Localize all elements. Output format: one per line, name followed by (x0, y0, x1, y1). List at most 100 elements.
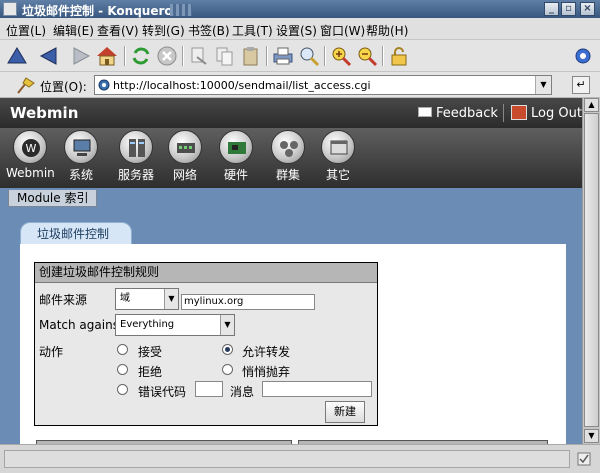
menu-view[interactable]: 查看(V) (97, 22, 139, 39)
message-label: 消息 (230, 385, 255, 399)
maximize-button[interactable]: ▫ (561, 2, 576, 16)
category-servers[interactable]: 服务器 (112, 130, 160, 183)
toolbar-separator (124, 46, 126, 66)
menu-location[interactable]: 位置(L) (6, 22, 46, 39)
menu-bookmarks[interactable]: 书签(B) (188, 22, 230, 39)
location-bar: 位置(O): ▼ ↵ (0, 72, 600, 98)
webmin-header: Webmin Feedback Log Out (0, 98, 582, 128)
window-titlebar[interactable]: 垃圾邮件控制 - Konqueror _ ▫ × (0, 0, 600, 18)
print-icon[interactable] (272, 45, 294, 67)
category-hardware[interactable]: 硬件 (212, 130, 260, 183)
webmin-page: Webmin Feedback Log Out W Webmin 系统 服务器 … (0, 98, 582, 444)
lock-icon[interactable] (388, 45, 410, 67)
paste-icon[interactable] (240, 45, 262, 67)
go-button[interactable]: ↵ (572, 76, 590, 94)
logout-link[interactable]: Log Out (531, 106, 582, 121)
scroll-down-icon[interactable]: ▼ (584, 429, 599, 443)
menu-bar: 位置(L) 编辑(E) 查看(V) 转到(G) 书签(B) 工具(T) 设置(S… (0, 18, 600, 40)
logout-icon[interactable] (511, 105, 527, 120)
url-input[interactable] (113, 77, 533, 93)
zoom-in-icon[interactable] (330, 45, 352, 67)
toolbar-separator (266, 46, 268, 66)
menu-help[interactable]: 帮助(H) (366, 22, 408, 39)
category-others[interactable]: 其它 (314, 130, 362, 183)
page-favicon-icon (98, 79, 110, 91)
url-field[interactable]: ▼ (94, 75, 552, 95)
action-error-label: 错误代码 (138, 385, 187, 399)
close-button[interactable]: × (580, 2, 595, 16)
menu-settings[interactable]: 设置(S) (276, 22, 317, 39)
action-reject-radio[interactable] (117, 364, 128, 375)
server-icon (119, 130, 153, 164)
category-webmin[interactable]: W Webmin (6, 130, 55, 180)
action-discard-label: 悄悄抛弃 (242, 365, 291, 379)
zoom-out-icon[interactable] (356, 45, 378, 67)
create-rule-form: 创建垃圾邮件控制规则 邮件来源 域 ▼ mylinux.org Match ag… (34, 262, 378, 426)
network-icon (168, 130, 202, 164)
status-text-area (4, 450, 570, 468)
error-code-input[interactable] (195, 381, 223, 397)
form-title: 创建垃圾邮件控制规则 (35, 263, 377, 283)
category-bar: W Webmin 系统 服务器 网络 硬件 群集 其它 (0, 128, 582, 188)
source-label: 邮件来源 (39, 293, 88, 307)
location-label: 位置(O): (40, 80, 87, 94)
feedback-link[interactable]: Feedback (436, 106, 498, 121)
action-relay-radio[interactable] (222, 344, 233, 355)
hardware-board-icon (219, 130, 253, 164)
match-label: Match against (39, 318, 124, 332)
status-bar (0, 444, 600, 473)
match-against-select[interactable]: Everything ▼ (115, 314, 235, 336)
menu-window[interactable]: 窗口(W) (320, 22, 365, 39)
menu-go[interactable]: 转到(G) (142, 22, 185, 39)
source-type-select[interactable]: 域 ▼ (115, 288, 179, 310)
module-index-link[interactable]: Module 索引 (8, 190, 98, 207)
category-system[interactable]: 系统 (57, 130, 105, 183)
cut-icon[interactable] (188, 45, 210, 67)
category-network[interactable]: 网络 (161, 130, 209, 183)
stop-icon[interactable] (156, 45, 178, 67)
source-value-input[interactable]: mylinux.org (181, 294, 315, 310)
chevron-down-icon: ▼ (164, 289, 178, 309)
toolbar-separator (382, 46, 384, 66)
page-title-tab: 垃圾邮件控制 (20, 222, 132, 244)
up-icon[interactable] (6, 45, 28, 67)
clear-location-icon[interactable] (14, 75, 36, 95)
action-accept-radio[interactable] (117, 344, 128, 355)
back-icon[interactable] (38, 45, 60, 67)
action-discard-radio[interactable] (222, 364, 233, 375)
home-icon[interactable] (96, 45, 118, 67)
menu-tools[interactable]: 工具(T) (232, 22, 273, 39)
window-title: 垃圾邮件控制 - Konqueror (22, 4, 179, 18)
action-reject-label: 拒绝 (138, 365, 163, 379)
webmin-logo[interactable]: Webmin (10, 104, 78, 122)
webmin-category-icon: W (13, 130, 47, 164)
header-divider (503, 104, 504, 122)
main-toolbar (0, 40, 600, 72)
computer-icon (64, 130, 98, 164)
scroll-up-icon[interactable]: ▲ (584, 98, 599, 112)
copy-icon[interactable] (214, 45, 236, 67)
svg-text:W: W (26, 142, 37, 155)
scroll-thumb[interactable] (584, 113, 599, 427)
minimize-button[interactable]: _ (544, 2, 559, 16)
category-cluster[interactable]: 群集 (264, 130, 312, 183)
konqueror-app-icon[interactable] (3, 2, 17, 16)
vertical-scrollbar[interactable]: ▲ ▼ (582, 98, 600, 444)
toolbar-separator (324, 46, 326, 66)
message-input[interactable] (262, 381, 372, 397)
titlebar-decoration (170, 4, 192, 16)
menu-edit[interactable]: 编辑(E) (53, 22, 94, 39)
action-error-radio[interactable] (117, 384, 128, 395)
forward-icon[interactable] (70, 45, 92, 67)
url-history-dropdown-icon[interactable]: ▼ (535, 76, 551, 94)
security-status-icon[interactable] (576, 451, 592, 467)
action-relay-label: 允许转发 (242, 345, 291, 359)
konqueror-gear-icon[interactable] (572, 45, 594, 67)
chevron-down-icon: ▼ (220, 315, 234, 335)
others-window-icon (321, 130, 355, 164)
feedback-envelope-icon[interactable] (418, 107, 432, 117)
cluster-icon (271, 130, 305, 164)
create-button[interactable]: 新建 (325, 401, 365, 423)
find-icon[interactable] (298, 45, 320, 67)
reload-icon[interactable] (130, 45, 152, 67)
